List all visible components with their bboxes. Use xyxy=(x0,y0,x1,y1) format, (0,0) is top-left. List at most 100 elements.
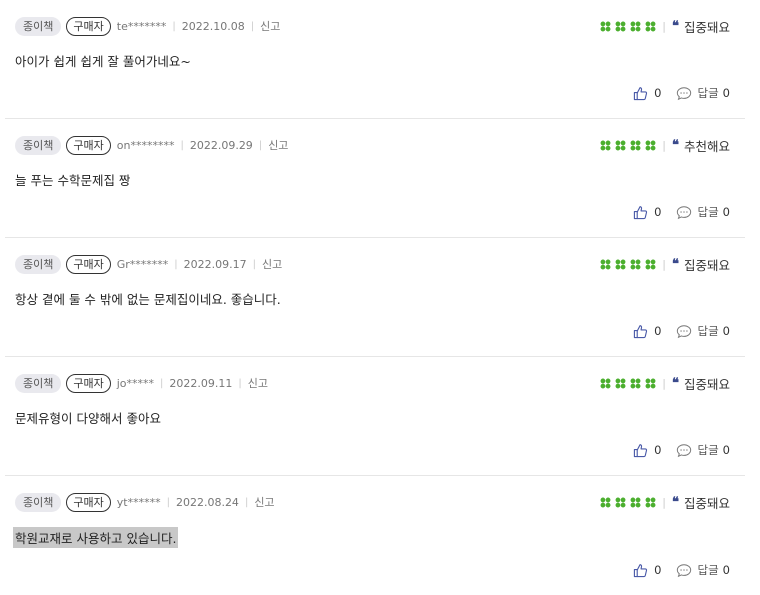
quote-icon: ❝ xyxy=(671,18,679,34)
reply-button[interactable]: 답글 0 xyxy=(676,562,730,578)
divider: | xyxy=(258,139,263,151)
clover-icon xyxy=(645,378,656,388)
quote-icon: ❝ xyxy=(671,494,679,510)
like-button[interactable]: 0 xyxy=(633,324,662,339)
like-count: 0 xyxy=(654,443,662,457)
clover-rating xyxy=(600,21,656,32)
reply-count: 0 xyxy=(722,563,730,577)
clover-icon xyxy=(630,140,641,150)
like-count: 0 xyxy=(654,205,662,219)
review-date: 2022.09.29 xyxy=(189,138,253,152)
like-count: 0 xyxy=(654,86,662,100)
report-link[interactable]: 신고 xyxy=(262,256,282,272)
buyer-badge: 구매자 xyxy=(66,16,111,36)
comment-icon xyxy=(676,86,691,100)
review-text: 학원교재로 사용하고 있습니다. xyxy=(13,527,179,548)
like-count: 0 xyxy=(654,324,662,338)
clover-icon xyxy=(600,259,611,269)
review-actions: 0 답글 0 xyxy=(633,562,730,578)
review-rating-area: | ❝ 집중돼요 xyxy=(600,16,730,36)
review-meta: 종이책 구매자 Gr******* | 2022.09.17 | 신고 xyxy=(15,254,282,274)
comment-icon xyxy=(676,563,691,577)
reviewer-id: jo***** xyxy=(116,376,155,390)
reviewer-id: yt****** xyxy=(116,495,161,509)
reply-button[interactable]: 답글 0 xyxy=(676,204,730,220)
clover-icon xyxy=(600,497,611,507)
reply-button[interactable]: 답글 0 xyxy=(676,442,730,458)
review-rating-area: | ❝ 집중돼요 xyxy=(600,373,730,393)
reply-label: 답글 xyxy=(697,563,719,577)
review-rating-area: | ❝ 추천해요 xyxy=(600,135,730,155)
review-text: 문제유형이 다양해서 좋아요 xyxy=(15,411,161,426)
divider: | xyxy=(172,20,176,32)
clover-icon xyxy=(645,497,656,507)
review-text: 아이가 쉽게 쉽게 잘 풀어가네요~ xyxy=(15,54,191,69)
reviewer-id: on******** xyxy=(116,138,175,152)
review-item: 종이책 구매자 jo***** | 2022.09.11 | 신고 | ❝ 집중… xyxy=(5,357,745,476)
review-meta: 종이책 구매자 jo***** | 2022.09.11 | 신고 xyxy=(15,373,268,393)
review-tag: 추천해요 xyxy=(683,138,730,154)
reply-button[interactable]: 답글 0 xyxy=(676,85,730,101)
report-link[interactable]: 신고 xyxy=(248,375,268,391)
review-actions: 0 답글 0 xyxy=(633,204,730,220)
thumbs-up-icon xyxy=(634,205,648,219)
buyer-badge: 구매자 xyxy=(66,373,111,393)
comment-icon xyxy=(676,324,691,338)
review-date: 2022.08.24 xyxy=(175,495,239,509)
review-actions: 0 답글 0 xyxy=(633,323,730,339)
review-item: 종이책 구매자 te******* | 2022.10.08 | 신고 | ❝ … xyxy=(5,0,745,119)
reply-count: 0 xyxy=(722,86,730,100)
clover-icon xyxy=(615,497,626,507)
reply-count: 0 xyxy=(722,324,730,338)
thumbs-up-icon xyxy=(634,443,648,457)
clover-rating xyxy=(600,378,656,389)
review-tag: 집중돼요 xyxy=(683,376,730,392)
comment-icon xyxy=(676,205,691,219)
quote-icon: ❝ xyxy=(671,375,679,391)
report-link[interactable]: 신고 xyxy=(254,494,274,510)
like-button[interactable]: 0 xyxy=(633,205,662,220)
quote-icon: ❝ xyxy=(671,137,679,153)
review-item: 종이책 구매자 on******** | 2022.09.29 | 신고 | ❝… xyxy=(5,119,745,238)
divider: | xyxy=(662,376,666,390)
review-list: 종이책 구매자 te******* | 2022.10.08 | 신고 | ❝ … xyxy=(0,0,760,595)
clover-icon xyxy=(615,21,626,31)
divider: | xyxy=(252,258,257,270)
reply-button[interactable]: 답글 0 xyxy=(676,323,730,339)
report-link[interactable]: 신고 xyxy=(260,18,280,34)
reply-count: 0 xyxy=(722,205,730,219)
like-count: 0 xyxy=(654,563,662,577)
like-button[interactable]: 0 xyxy=(633,443,662,458)
buyer-badge: 구매자 xyxy=(66,135,111,155)
like-button[interactable]: 0 xyxy=(633,563,662,578)
format-badge: 종이책 xyxy=(15,16,62,36)
review-meta: 종이책 구매자 te******* | 2022.10.08 | 신고 xyxy=(15,16,280,36)
review-meta: 종이책 구매자 on******** | 2022.09.29 | 신고 xyxy=(15,135,288,155)
review-tag: 집중돼요 xyxy=(683,257,730,273)
review-date: 2022.10.08 xyxy=(181,19,245,33)
clover-icon xyxy=(630,21,641,31)
like-button[interactable]: 0 xyxy=(633,86,662,101)
thumbs-up-icon xyxy=(634,563,648,577)
reply-label: 답글 xyxy=(697,443,719,457)
thumbs-up-icon xyxy=(634,324,648,338)
thumbs-up-icon xyxy=(634,86,648,100)
clover-icon xyxy=(600,140,611,150)
clover-icon xyxy=(645,259,656,269)
report-link[interactable]: 신고 xyxy=(268,137,288,153)
divider: | xyxy=(180,139,184,151)
reply-count: 0 xyxy=(722,443,730,457)
clover-icon xyxy=(615,378,626,388)
review-date: 2022.09.17 xyxy=(183,257,247,271)
clover-icon xyxy=(600,21,611,31)
review-actions: 0 답글 0 xyxy=(633,442,730,458)
divider: | xyxy=(662,495,666,509)
divider: | xyxy=(250,20,255,32)
review-meta: 종이책 구매자 yt****** | 2022.08.24 | 신고 xyxy=(15,492,275,512)
reply-label: 답글 xyxy=(697,324,719,338)
clover-icon xyxy=(600,378,611,388)
clover-icon xyxy=(630,259,641,269)
format-badge: 종이책 xyxy=(15,254,62,274)
review-actions: 0 답글 0 xyxy=(633,85,730,101)
clover-icon xyxy=(615,140,626,150)
